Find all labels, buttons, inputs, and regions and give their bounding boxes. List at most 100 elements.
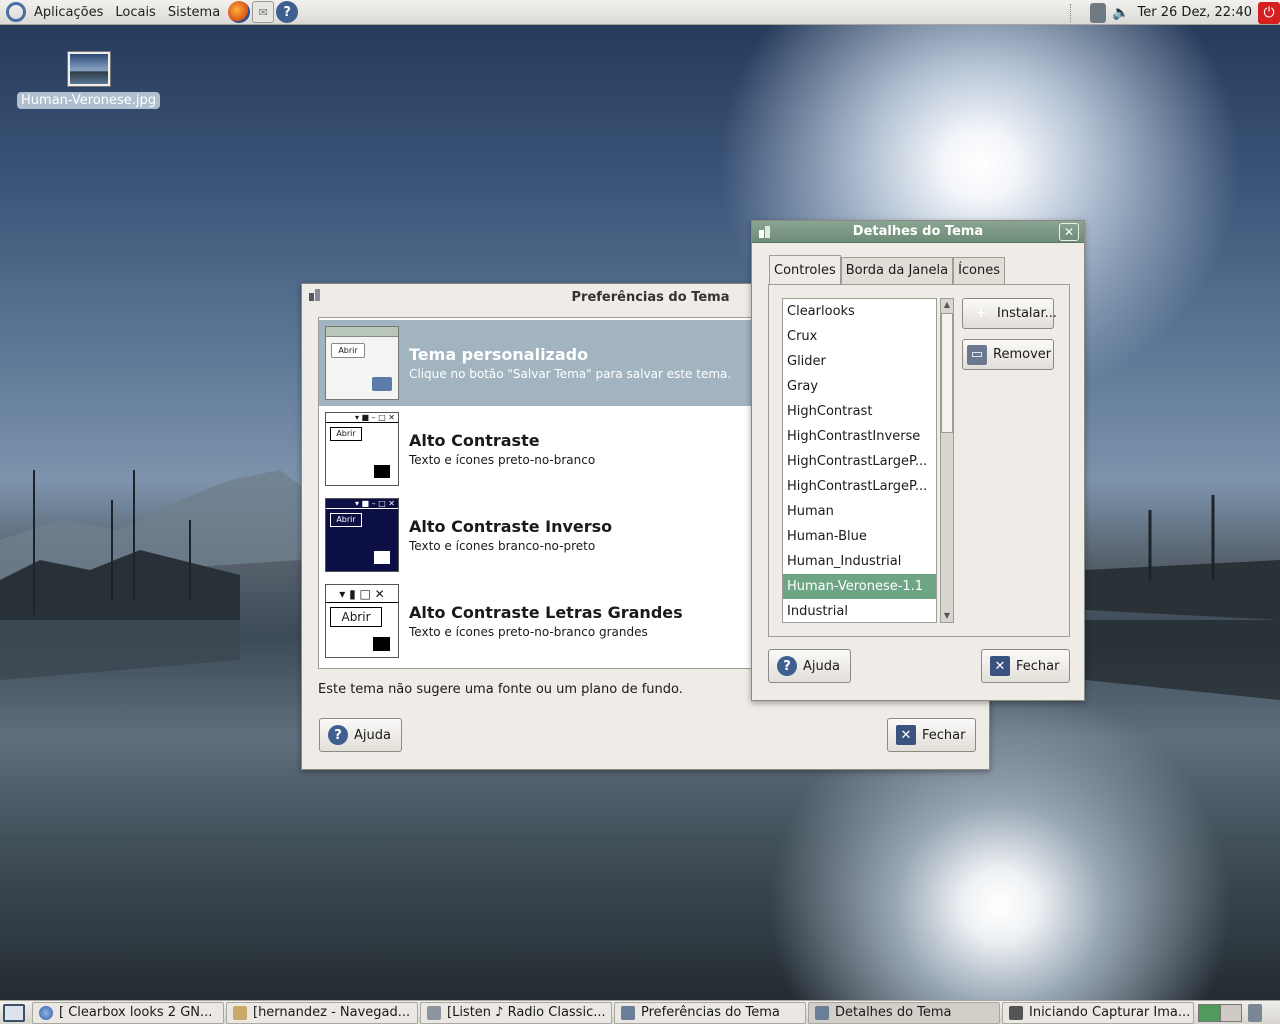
taskbar-item-active[interactable]: Detalhes do Tema: [808, 1001, 1000, 1024]
trash-icon[interactable]: [1248, 1003, 1262, 1022]
help-icon: ?: [777, 656, 797, 676]
tab-icons[interactable]: Ícones: [953, 257, 1006, 284]
close-button[interactable]: ✕ Fechar: [981, 649, 1071, 683]
taskbar-item[interactable]: [Listen ♪ Radio Classic...: [420, 1001, 612, 1024]
list-item-selected[interactable]: Human-Veronese-1.1: [783, 574, 936, 599]
help-button-label: Ajuda: [803, 658, 840, 674]
preview-open-button: Abrir: [330, 513, 362, 527]
tab-controls[interactable]: Controles: [769, 255, 841, 284]
menu-applications[interactable]: Aplicações: [28, 0, 109, 25]
add-icon: +: [975, 306, 987, 321]
window-icon: [309, 289, 320, 301]
file-manager-icon: [233, 1005, 247, 1020]
help-icon: ?: [328, 725, 348, 745]
theme-row-high-contrast-large[interactable]: ▾ ▮ □ ✕ Abrir Alto Contraste Letras Gran…: [319, 578, 767, 664]
theme-row-high-contrast-inverse[interactable]: ▾ ■ – □ ✕ Abrir Alto Contraste Inverso T…: [319, 492, 767, 578]
preview-open-button: Abrir: [330, 427, 362, 441]
theme-list: Abrir Tema personalizado Clique no botão…: [318, 317, 768, 669]
list-item[interactable]: HighContrastInverse: [783, 424, 936, 449]
ubuntu-logo-icon[interactable]: [6, 2, 26, 22]
help-button[interactable]: ? Ajuda: [768, 649, 851, 683]
taskbar-item[interactable]: [hernandez - Navegad...: [226, 1001, 418, 1024]
menu-places[interactable]: Locais: [109, 0, 161, 25]
theme-preview: ▾ ■ – □ ✕ Abrir: [325, 498, 399, 572]
clock[interactable]: Ter 26 Dez, 22:40: [1138, 5, 1252, 20]
menu-system[interactable]: Sistema: [162, 0, 226, 25]
list-scrollbar[interactable]: ▲ ▼: [940, 298, 954, 623]
theme-desc: Texto e ícones preto-no-branco: [409, 453, 596, 467]
theme-name: Alto Contraste Letras Grandes: [409, 603, 683, 622]
scrollbar-thumb[interactable]: [941, 313, 953, 433]
close-button-label: Fechar: [922, 727, 966, 743]
volume-icon[interactable]: 🔈: [1112, 5, 1129, 21]
tab-bar: Controles Borda da Janela Ícones: [769, 255, 1006, 284]
close-icon: ✕: [896, 725, 916, 745]
top-panel: Aplicações Locais Sistema ✉ ? 🔈 Ter 26 D…: [0, 0, 1280, 25]
list-item[interactable]: HighContrastLargeP...: [783, 449, 936, 474]
install-button-label: Instalar...: [997, 306, 1058, 321]
list-item[interactable]: HighContrastLargeP...: [783, 474, 936, 499]
list-item[interactable]: Glider: [783, 349, 936, 374]
theme-desc: Clique no botão "Salvar Tema" para salva…: [409, 367, 732, 381]
bottom-panel: [ Clearbox looks 2 GN... [hernandez - Na…: [0, 1000, 1280, 1024]
list-item[interactable]: Human-Blue: [783, 524, 936, 549]
theme-row-high-contrast[interactable]: ▾ ■ – □ ✕ Abrir Alto Contraste Texto e í…: [319, 406, 767, 492]
workspace-2-icon[interactable]: [1220, 1003, 1242, 1022]
theme-preview: ▾ ■ – □ ✕ Abrir: [325, 412, 399, 486]
taskbar-item[interactable]: Preferências do Tema: [614, 1001, 806, 1024]
desktop-file-icon[interactable]: Human-Veronese.jpg: [17, 52, 160, 109]
preview-open-button: Abrir: [331, 343, 365, 358]
taskbar-item-label: [Listen ♪ Radio Classic...: [447, 1005, 606, 1020]
install-button[interactable]: + Instalar...: [962, 298, 1058, 329]
list-item[interactable]: Human: [783, 499, 936, 524]
close-button-label: Fechar: [1016, 658, 1060, 674]
taskbar-item-label: Preferências do Tema: [641, 1005, 780, 1020]
scroll-up-icon[interactable]: ▲: [941, 299, 953, 311]
remove-button[interactable]: ▭ Remover: [962, 339, 1054, 370]
list-item[interactable]: Industrial: [783, 599, 936, 622]
window-title: Preferências do Tema: [571, 289, 730, 305]
firefox-icon[interactable]: [228, 1, 251, 23]
window-close-icon[interactable]: ✕: [1059, 223, 1079, 241]
list-item[interactable]: HighContrast: [783, 399, 936, 424]
taskbar-item[interactable]: Iniciando Capturar Ima...: [1002, 1001, 1194, 1024]
help-button[interactable]: ? Ajuda: [319, 718, 402, 752]
workspace-1-icon[interactable]: [1198, 1003, 1220, 1022]
help-button-label: Ajuda: [354, 727, 391, 743]
folder-icon: [373, 637, 390, 651]
theme-details-window: Detalhes do Tema ✕ Controles Borda da Ja…: [751, 220, 1085, 701]
preview-open-button: Abrir: [330, 607, 382, 627]
list-item[interactable]: Human_Industrial: [783, 549, 936, 574]
folder-icon: [374, 551, 390, 564]
window-title: Detalhes do Tema: [852, 224, 984, 239]
theme-preview: ▾ ▮ □ ✕ Abrir: [325, 584, 399, 658]
media-player-icon: [427, 1005, 441, 1020]
help-icon[interactable]: ?: [276, 1, 299, 23]
theme-row-custom[interactable]: Abrir Tema personalizado Clique no botão…: [319, 320, 767, 406]
taskbar-item[interactable]: [ Clearbox looks 2 GN...: [32, 1001, 224, 1024]
remove-icon: ▭: [967, 344, 987, 365]
list-item[interactable]: Gray: [783, 374, 936, 399]
image-thumbnail-icon: [67, 52, 110, 86]
theme-name: Tema personalizado: [409, 345, 589, 364]
list-item[interactable]: Crux: [783, 324, 936, 349]
titlebar[interactable]: Detalhes do Tema ✕: [752, 221, 1084, 243]
taskbar-item-label: Iniciando Capturar Ima...: [1029, 1005, 1191, 1020]
power-icon[interactable]: ⏻: [1258, 1, 1280, 24]
controls-list: Clearlooks Crux Glider Gray HighContrast…: [782, 298, 937, 623]
list-item[interactable]: Clearlooks: [783, 299, 936, 324]
desktop-file-label: Human-Veronese.jpg: [17, 92, 160, 109]
scroll-down-icon[interactable]: ▼: [941, 610, 953, 622]
show-desktop-icon[interactable]: [3, 1003, 25, 1022]
taskbar-item-label: [ Clearbox looks 2 GN...: [59, 1005, 213, 1020]
tab-window-border[interactable]: Borda da Janela: [840, 257, 954, 284]
mail-icon[interactable]: ✉: [252, 1, 275, 23]
remove-button-label: Remover: [993, 347, 1052, 362]
theme-window-icon: [815, 1005, 829, 1020]
close-button[interactable]: ✕ Fechar: [887, 718, 977, 752]
theme-window-icon: [621, 1005, 635, 1020]
trash-icon[interactable]: [1090, 2, 1107, 23]
folder-icon: [374, 465, 390, 478]
taskbar-item-label: [hernandez - Navegad...: [253, 1005, 411, 1020]
folder-icon: [372, 377, 392, 391]
